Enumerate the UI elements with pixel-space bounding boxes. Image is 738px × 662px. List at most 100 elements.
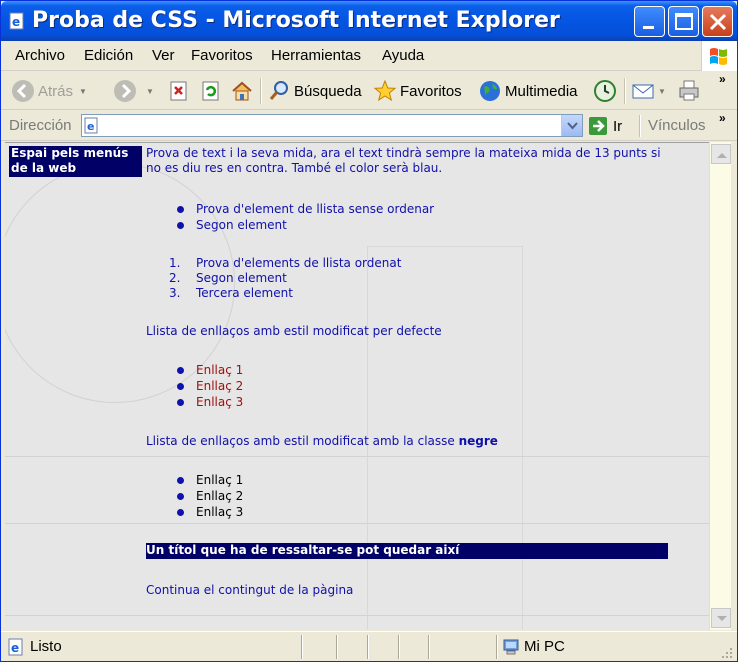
search-label: Búsqueda — [294, 82, 362, 100]
browser-window: e Proba de CSS - Microsoft Internet Expl… — [0, 0, 738, 662]
svg-text:e: e — [11, 641, 19, 655]
menu-favoritos[interactable]: Favoritos — [191, 47, 253, 64]
address-bar: Dirección e Ir Vínculos » — [1, 111, 737, 141]
star-icon — [373, 79, 397, 102]
mail-button[interactable]: ▼ — [631, 76, 666, 106]
link-default-3[interactable]: Enllaç 3 — [176, 395, 243, 409]
forward-dropdown-icon[interactable]: ▼ — [146, 87, 154, 96]
links-class-heading-text: Llista de enllaços amb estil modificat a… — [146, 434, 459, 448]
links-label[interactable]: Vínculos — [648, 117, 706, 134]
toolbar-separator — [624, 78, 626, 104]
toolbar-chevron-icon[interactable]: » — [719, 72, 726, 86]
maximize-icon — [675, 13, 693, 30]
refresh-icon — [202, 81, 219, 101]
link-class-3[interactable]: Enllaç 3 — [176, 505, 243, 519]
my-computer-icon — [503, 639, 519, 655]
toolbar-separator — [260, 78, 262, 104]
scroll-up-button[interactable] — [711, 144, 731, 164]
favorites-button[interactable]: Favoritos — [373, 76, 462, 106]
background-line — [5, 615, 709, 616]
link-default-2[interactable]: Enllaç 2 — [176, 379, 243, 393]
title-bar[interactable]: e Proba de CSS - Microsoft Internet Expl… — [1, 1, 737, 41]
menu-herramientas[interactable]: Herramientas — [271, 47, 361, 64]
scroll-down-button[interactable] — [711, 608, 731, 628]
globe-media-icon — [480, 81, 500, 101]
address-separator — [639, 115, 641, 137]
list-item-text: Prova d'elements de llista ordenat — [196, 256, 402, 270]
list-number: 3. — [169, 286, 181, 300]
search-button[interactable]: Búsqueda — [267, 76, 362, 106]
search-icon — [269, 81, 288, 100]
ordered-list-item: 3. Tercera element — [169, 286, 293, 300]
status-text: Listo — [30, 638, 62, 655]
back-label: Atrás — [38, 82, 74, 100]
status-separator — [336, 635, 338, 659]
status-separator — [496, 635, 498, 659]
minimize-icon — [643, 26, 654, 29]
mail-envelope-icon — [632, 84, 654, 99]
menu-edicion[interactable]: Edición — [84, 47, 133, 64]
continue-paragraph: Continua el contingut de la pàgina — [146, 583, 354, 597]
link-class-2[interactable]: Enllaç 2 — [176, 489, 243, 503]
windows-flag-icon — [701, 41, 737, 71]
chevron-down-icon — [567, 122, 578, 130]
list-item-text: Tercera element — [196, 286, 293, 300]
list-number: 2. — [169, 271, 181, 285]
back-dropdown-icon[interactable]: ▼ — [79, 87, 87, 96]
close-icon — [709, 13, 727, 31]
chevron-up-icon — [717, 153, 727, 158]
list-item-text: Segon element — [196, 271, 287, 285]
links-chevron-icon[interactable]: » — [719, 111, 726, 125]
status-separator — [428, 635, 430, 659]
vertical-scrollbar[interactable] — [709, 142, 731, 630]
forward-button[interactable]: ▼ — [113, 76, 154, 106]
zone-text: Mi PC — [524, 638, 565, 655]
refresh-button[interactable] — [199, 76, 226, 106]
standard-toolbar: Atrás ▼ ▼ Búsqueda Favoritos Multimedia — [1, 72, 737, 110]
home-button[interactable] — [230, 76, 257, 106]
go-button[interactable]: Ir — [588, 116, 622, 136]
list-item: Prova d'element de llista sense ordenar — [176, 202, 435, 216]
menu-space-box: Espai pels menús de la web — [9, 146, 142, 177]
media-label: Multimedia — [505, 82, 578, 100]
list-item: Segon element — [177, 218, 287, 232]
mail-dropdown-icon[interactable]: ▼ — [658, 87, 666, 96]
address-label: Dirección — [9, 117, 72, 134]
ie-page-icon: e — [9, 12, 24, 30]
home-icon — [232, 81, 252, 101]
background-line — [5, 523, 709, 524]
menu-ayuda[interactable]: Ayuda — [382, 47, 424, 64]
stop-button[interactable] — [167, 76, 194, 106]
status-separator — [367, 635, 369, 659]
media-button[interactable]: Multimedia — [478, 76, 578, 106]
address-dropdown-button[interactable] — [561, 115, 582, 136]
menu-archivo[interactable]: Archivo — [15, 47, 65, 64]
links-class-heading: Llista de enllaços amb estil modificat a… — [146, 434, 498, 448]
link-class-1[interactable]: Enllaç 1 — [176, 473, 243, 487]
minimize-button[interactable] — [634, 6, 665, 37]
go-arrow-icon — [589, 117, 607, 135]
maximize-button[interactable] — [668, 6, 699, 37]
list-number: 1. — [169, 256, 181, 270]
link-default-1[interactable]: Enllaç 1 — [176, 363, 243, 377]
back-button[interactable]: Atrás ▼ — [11, 76, 87, 106]
resize-grip-icon[interactable] — [719, 645, 733, 659]
menu-bar: Archivo Edición Ver Favoritos Herramient… — [1, 41, 737, 71]
intro-paragraph: Prova de text i la seva mida, ara el tex… — [146, 146, 661, 175]
go-label: Ir — [613, 117, 623, 135]
ie-page-icon: e — [8, 638, 23, 656]
ordered-list-item: 2. Segon element — [169, 271, 287, 285]
status-separator — [398, 635, 400, 659]
menu-ver[interactable]: Ver — [152, 47, 175, 64]
ordered-list-item: 1. Prova d'elements de llista ordenat — [169, 256, 402, 270]
history-button[interactable] — [593, 76, 620, 106]
svg-text:e: e — [12, 15, 20, 29]
forward-arrow-icon — [114, 80, 136, 102]
address-input[interactable]: e — [81, 114, 583, 137]
close-button[interactable] — [702, 6, 733, 37]
print-button[interactable] — [677, 76, 704, 106]
window-title: Proba de CSS - Microsoft Internet Explor… — [32, 8, 560, 33]
history-clock-icon — [594, 80, 616, 102]
svg-text:e: e — [87, 120, 94, 133]
page-content: Espai pels menús de la web Prova de text… — [5, 142, 709, 630]
